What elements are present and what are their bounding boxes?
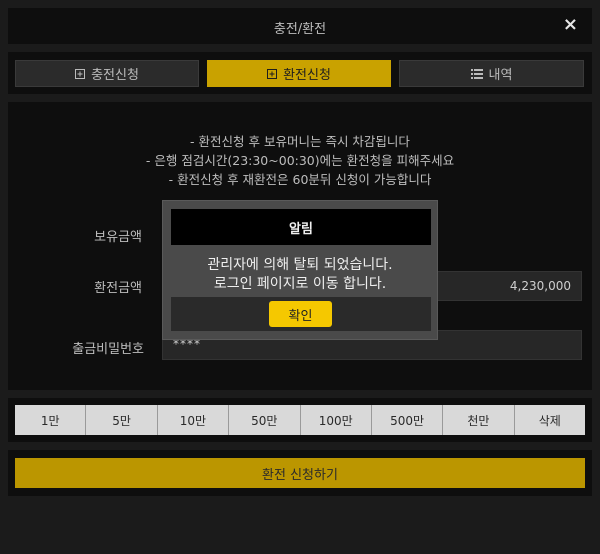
window-title: 충전/환전	[273, 22, 327, 37]
notice-line: - 은행 점검시간(23:30~00:30)에는 환전청을 피해주세요	[145, 153, 455, 168]
alert-modal: 알림 관리자에 의해 탈퇴 되었습니다. 로그인 페이지로 이동 합니다. 확인	[162, 200, 438, 340]
alert-message: 관리자에 의해 탈퇴 되었습니다. 로그인 페이지로 이동 합니다.	[163, 256, 437, 294]
amount-buttons-bar: 1만 5만 10만 50만 100만 500만 천만 삭제	[8, 398, 592, 442]
notice-text: - 환전신청 후 보유머니는 즉시 차감됩니다 - 은행 점검시간(23:30~…	[8, 132, 592, 189]
submit-bar: 환전 신청하기	[8, 450, 592, 496]
title-bar: 충전/환전 ×	[8, 8, 592, 44]
exchange-amount-label: 환전금액	[94, 281, 142, 296]
submit-withdraw-button[interactable]: 환전 신청하기	[15, 458, 585, 488]
tab-deposit[interactable]: 충전신청	[15, 60, 199, 87]
notice-line: - 환전신청 후 재환전은 60분뒤 신청이 가능합니다	[168, 172, 432, 187]
tab-bar: 충전신청 환전신청 내역	[8, 52, 592, 94]
plus-square-icon	[267, 68, 278, 79]
balance-label: 보유금액	[94, 230, 142, 245]
alert-message-line: 로그인 페이지로 이동 합니다.	[213, 276, 387, 292]
tab-history-label: 내역	[488, 68, 513, 83]
tab-history[interactable]: 내역	[399, 60, 584, 87]
alert-message-line: 관리자에 의해 탈퇴 되었습니다.	[207, 257, 393, 273]
alert-title: 알림	[171, 209, 431, 245]
tab-deposit-label: 충전신청	[91, 68, 139, 83]
tab-withdraw[interactable]: 환전신청	[207, 60, 391, 87]
alert-footer: 확인	[171, 297, 431, 331]
ok-button[interactable]: 확인	[269, 301, 332, 327]
amount-button-1m[interactable]: 100만	[300, 405, 372, 435]
exchange-amount-value: 4,230,000	[509, 279, 571, 293]
amount-button-5m[interactable]: 500만	[371, 405, 444, 435]
amount-button-500k[interactable]: 50만	[229, 405, 301, 435]
password-label: 출금비밀번호	[72, 342, 144, 357]
tab-withdraw-label: 환전신청	[283, 68, 331, 83]
close-icon[interactable]: ×	[563, 14, 578, 35]
clear-button[interactable]: 삭제	[514, 405, 585, 435]
amount-button-10k[interactable]: 1만	[15, 405, 87, 435]
amount-button-10m[interactable]: 천만	[443, 405, 515, 435]
plus-square-icon	[75, 68, 86, 79]
notice-line: - 환전신청 후 보유머니는 즉시 차감됩니다	[190, 134, 410, 149]
list-icon	[470, 68, 483, 79]
amount-button-50k[interactable]: 5만	[86, 405, 158, 435]
amount-button-100k[interactable]: 10만	[157, 405, 230, 435]
